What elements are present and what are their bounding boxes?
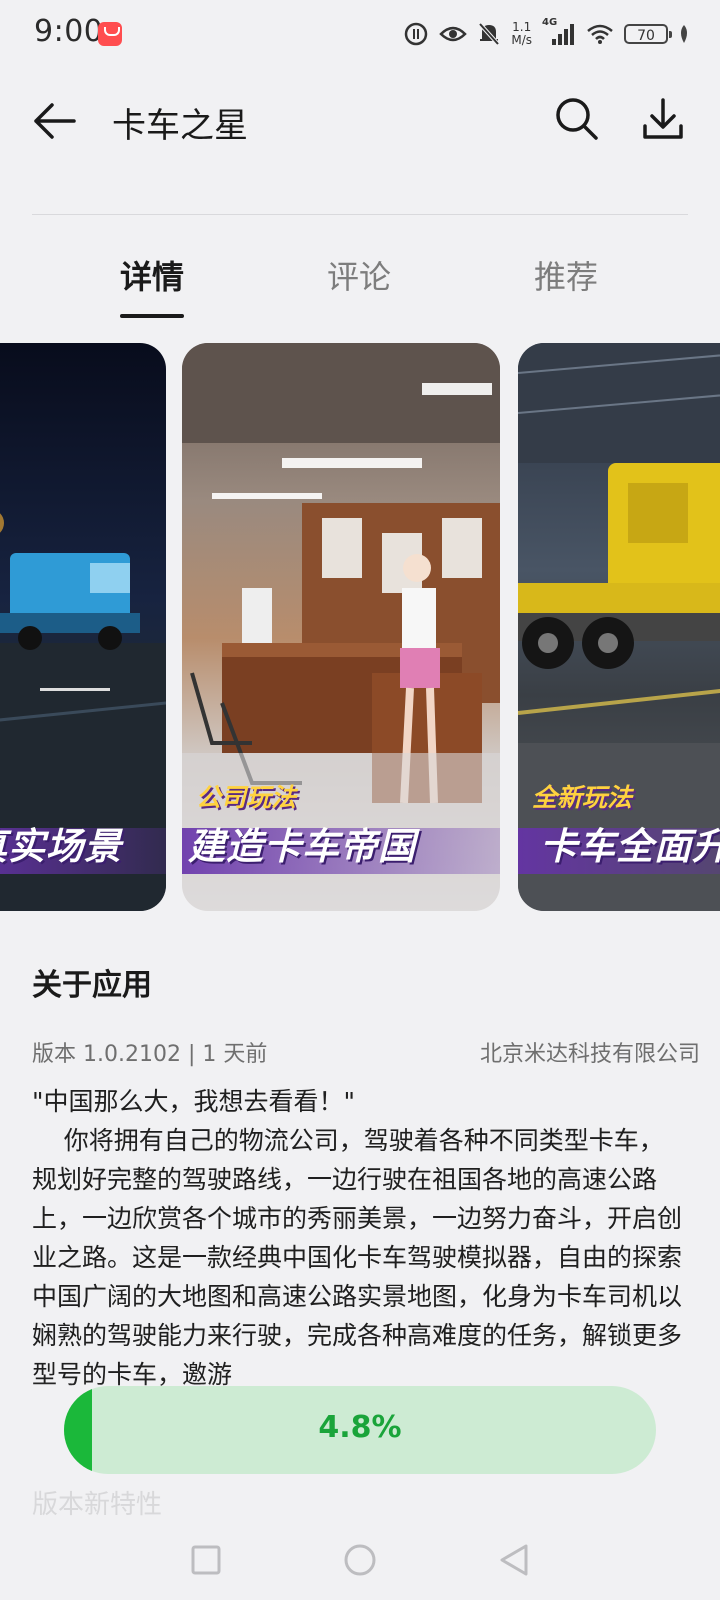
screenshot-2-caption: 公司玩法 建造卡车帝国 (182, 778, 500, 898)
download-manager-button[interactable] (638, 94, 688, 144)
search-button[interactable] (552, 94, 602, 144)
screenshot-2[interactable]: 公司玩法 建造卡车帝国 (182, 343, 500, 911)
circle-icon (344, 1544, 376, 1576)
system-nav-bar (0, 1530, 720, 1600)
status-bar: 9:00 1.1 M/s 4G 70 (0, 0, 720, 70)
status-time: 9:00 (34, 14, 104, 49)
app-description: "中国那么大，我想去看看！" 你将拥有自己的物流公司，驾驶着各种不同类型卡车，规… (32, 1087, 683, 1389)
screenshot-1-caption: 真实场景 (0, 778, 166, 898)
about-app-section: 关于应用 版本 1.0.2102 | 1 天前 北京米达科技有限公司 "中国那么… (32, 960, 700, 1389)
screenshot-1[interactable]: 真实场景 (0, 343, 166, 911)
square-icon (191, 1545, 221, 1575)
arrow-left-icon (34, 103, 76, 139)
home-button[interactable] (330, 1530, 390, 1590)
screenshot-3-caption-main: 卡车全面升 (540, 825, 720, 868)
about-app-title: 关于应用 (32, 968, 152, 1003)
download-icon (643, 98, 683, 139)
network-speed-unit: M/s (511, 33, 532, 47)
status-icons: 1.1 M/s 4G 70 (403, 16, 690, 52)
download-progress-text: 4.8% (318, 1410, 402, 1445)
battery-indicator: 70 (624, 24, 672, 44)
back-nav-button[interactable] (484, 1530, 544, 1590)
recents-button[interactable] (176, 1530, 236, 1590)
screenshot-carousel[interactable]: 真实场景 公司玩法 建造卡车帝国 (0, 343, 720, 911)
version-info: 版本 1.0.2102 | 1 天前 (32, 1042, 268, 1067)
app-header: 卡车之星 (0, 70, 720, 170)
network-speed: 1.1 M/s (511, 21, 532, 47)
cellular-signal: 4G (542, 17, 576, 47)
screenshot-2-caption-sub: 公司玩法 (196, 783, 297, 812)
download-progress-button[interactable]: 4.8% (64, 1386, 656, 1474)
signal-bars-icon (552, 24, 574, 45)
screenshot-3-caption: 全新玩法 卡车全面升 (518, 778, 720, 898)
search-icon (556, 98, 598, 140)
active-tab-indicator (120, 314, 184, 318)
developer-name[interactable]: 北京米达科技有限公司 (480, 1036, 700, 1068)
screenshot-1-caption-main: 真实场景 (0, 825, 122, 868)
header-divider (32, 214, 688, 215)
page-title: 卡车之星 (112, 106, 248, 146)
triangle-back-icon (500, 1544, 528, 1576)
leaf-icon (681, 25, 687, 43)
tab-recommended[interactable]: 推荐 (506, 252, 626, 298)
data-saver-icon (405, 22, 428, 46)
shopping-bag-icon (98, 22, 122, 46)
wifi-icon (587, 24, 613, 44)
screenshot-3-caption-sub: 全新玩法 (532, 783, 633, 812)
tab-bar: 详情 评论 推荐 (0, 240, 720, 320)
screenshot-2-caption-main: 建造卡车帝国 (188, 825, 416, 868)
back-button[interactable] (30, 96, 80, 146)
whats-new-heading: 版本新特性 (32, 1490, 163, 1520)
tab-details[interactable]: 详情 (92, 252, 212, 298)
screenshot-3[interactable]: 全新玩法 卡车全面升 (518, 343, 720, 911)
eye-icon (439, 26, 468, 42)
mute-bell-icon (478, 22, 500, 46)
tab-reviews[interactable]: 评论 (299, 252, 419, 298)
